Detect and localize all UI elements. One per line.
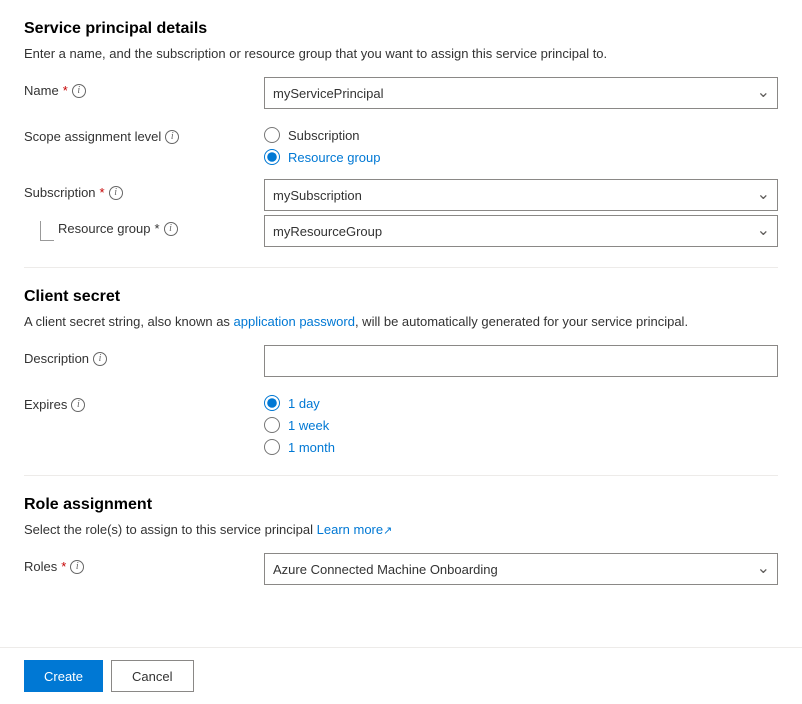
cancel-button[interactable]: Cancel	[111, 660, 193, 692]
expires-1day-option[interactable]: 1 day	[264, 395, 778, 411]
role-assignment-title: Role assignment	[24, 496, 778, 514]
description-input[interactable]	[264, 345, 778, 377]
subscription-info-icon[interactable]: i	[109, 186, 123, 200]
subscription-dropdown-area: mySubscription	[264, 179, 778, 211]
subscription-required: *	[100, 185, 105, 200]
client-secret-description: A client secret string, also known as ap…	[24, 314, 778, 329]
resource-group-dropdown[interactable]: myResourceGroup	[264, 215, 778, 247]
section-divider-1	[24, 267, 778, 268]
subscription-label: Subscription * i	[24, 179, 264, 200]
name-dropdown[interactable]: myServicePrincipal	[264, 77, 778, 109]
resource-group-dropdown-wrapper: myResourceGroup	[264, 215, 778, 247]
page-description: Enter a name, and the subscription or re…	[24, 46, 778, 61]
roles-dropdown[interactable]: Azure Connected Machine Onboarding	[264, 553, 778, 585]
name-label: Name * i	[24, 77, 264, 98]
expires-radio-group: 1 day 1 week 1 month	[264, 391, 778, 455]
expires-1month-option[interactable]: 1 month	[264, 439, 778, 455]
description-input-area	[264, 345, 778, 377]
scope-label: Scope assignment level i	[24, 123, 264, 144]
name-required: *	[63, 83, 68, 98]
page-title: Service principal details	[24, 20, 778, 38]
footer: Create Cancel	[0, 647, 802, 704]
scope-info-icon[interactable]: i	[165, 130, 179, 144]
expires-1day-radio[interactable]	[264, 395, 280, 411]
scope-resource-group-option[interactable]: Resource group	[264, 149, 778, 165]
role-assignment-description: Select the role(s) to assign to this ser…	[24, 522, 778, 537]
expires-1month-label: 1 month	[288, 440, 335, 455]
scope-radio-group: Subscription Resource group	[264, 123, 778, 165]
expires-label: Expires i	[24, 391, 264, 412]
scope-resource-group-label: Resource group	[288, 150, 381, 165]
subscription-dropdown-wrapper: mySubscription	[264, 179, 778, 211]
learn-more-link[interactable]: Learn more↗	[317, 522, 393, 537]
scope-resource-group-radio[interactable]	[264, 149, 280, 165]
expires-1week-label: 1 week	[288, 418, 329, 433]
resource-group-info-icon[interactable]: i	[164, 222, 178, 236]
roles-info-icon[interactable]: i	[70, 560, 84, 574]
subscription-dropdown[interactable]: mySubscription	[264, 179, 778, 211]
application-password-link[interactable]: application password	[234, 314, 355, 329]
roles-label: Roles * i	[24, 553, 264, 574]
expires-1week-radio[interactable]	[264, 417, 280, 433]
description-info-icon[interactable]: i	[93, 352, 107, 366]
client-secret-title: Client secret	[24, 288, 778, 306]
create-button[interactable]: Create	[24, 660, 103, 692]
scope-subscription-radio[interactable]	[264, 127, 280, 143]
expires-info-icon[interactable]: i	[71, 398, 85, 412]
section-divider-2	[24, 475, 778, 476]
roles-dropdown-area: Azure Connected Machine Onboarding	[264, 553, 778, 585]
roles-required: *	[61, 559, 66, 574]
learn-more-external-icon: ↗	[383, 525, 392, 537]
roles-dropdown-wrapper: Azure Connected Machine Onboarding	[264, 553, 778, 585]
resource-group-required: *	[155, 221, 160, 236]
description-label: Description i	[24, 345, 264, 366]
name-info-icon[interactable]: i	[72, 84, 86, 98]
resource-group-dropdown-area: myResourceGroup	[264, 215, 778, 247]
expires-1day-label: 1 day	[288, 396, 320, 411]
expires-1week-option[interactable]: 1 week	[264, 417, 778, 433]
scope-subscription-label: Subscription	[288, 128, 360, 143]
scope-subscription-option[interactable]: Subscription	[264, 127, 778, 143]
resource-group-label: Resource group * i	[58, 221, 178, 236]
name-dropdown-wrapper: myServicePrincipal	[264, 77, 778, 109]
expires-1month-radio[interactable]	[264, 439, 280, 455]
name-dropdown-area: myServicePrincipal	[264, 77, 778, 109]
